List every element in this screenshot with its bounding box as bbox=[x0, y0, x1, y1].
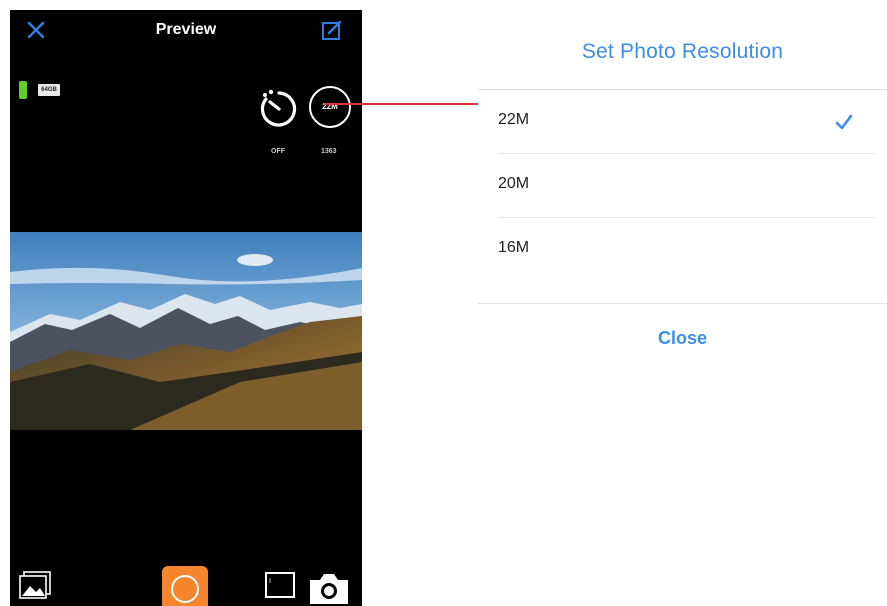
sheet-title: Set Photo Resolution bbox=[581, 40, 784, 63]
resolution-sheet: Set Photo Resolution 22M 20M 16M Close bbox=[478, 8, 887, 378]
callout-connector-line bbox=[324, 103, 480, 105]
resolution-option-list: 22M 20M 16M bbox=[478, 90, 887, 304]
storage-icon: 64GB bbox=[38, 84, 60, 96]
gallery-icon[interactable] bbox=[18, 570, 52, 600]
close-button[interactable]: Close bbox=[658, 328, 707, 349]
resolution-option-20m[interactable]: 20M bbox=[498, 154, 875, 218]
resolution-option-16m[interactable]: 16M bbox=[498, 218, 875, 282]
battery-icon bbox=[19, 81, 27, 99]
photo-mode-icon[interactable] bbox=[306, 568, 352, 606]
sheet-header: Set Photo Resolution bbox=[478, 8, 887, 90]
resolution-badge: 22M bbox=[322, 102, 338, 111]
edit-icon[interactable] bbox=[320, 18, 344, 42]
video-mode-icon[interactable]: I bbox=[265, 572, 295, 598]
option-label: 20M bbox=[498, 175, 530, 192]
shutter-button[interactable] bbox=[162, 566, 208, 606]
live-view-image bbox=[10, 232, 362, 430]
remaining-count: 1363 bbox=[321, 148, 337, 155]
checkmark-icon bbox=[835, 114, 853, 130]
resolution-option-22m[interactable]: 22M bbox=[498, 90, 875, 154]
page-title: Preview bbox=[155, 21, 217, 38]
timer-label: OFF bbox=[271, 148, 285, 155]
storage-label: 64GB bbox=[41, 87, 57, 93]
option-label: 22M bbox=[498, 111, 530, 128]
self-timer-icon[interactable] bbox=[256, 86, 302, 132]
shutter-ring-icon bbox=[171, 575, 199, 603]
top-bar: Preview bbox=[10, 10, 362, 52]
resolution-button[interactable]: 22M bbox=[309, 86, 351, 128]
option-label: 16M bbox=[498, 239, 530, 256]
camera-preview-screen: Preview 64GB 22M OFF 1363 I bbox=[10, 10, 362, 606]
video-mode-label: I bbox=[269, 578, 271, 585]
close-row: Close bbox=[478, 304, 887, 378]
